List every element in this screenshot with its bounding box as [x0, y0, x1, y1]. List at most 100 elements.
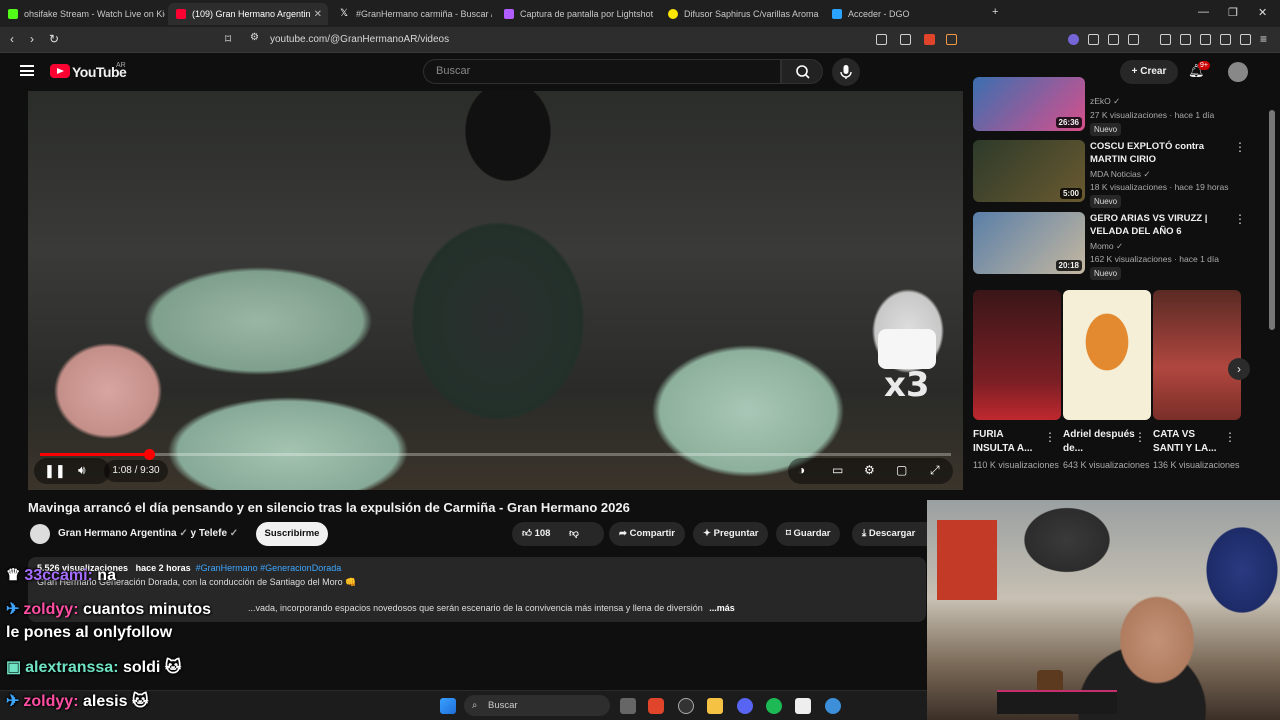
more-options-icon[interactable]: ⋮: [1044, 430, 1056, 444]
share-icon[interactable]: [900, 34, 911, 45]
video-thumbnail[interactable]: 20:18: [973, 212, 1085, 274]
browser-menu-icon[interactable]: ≡: [1260, 32, 1267, 46]
music-icon[interactable]: [1160, 34, 1171, 45]
task-view-icon[interactable]: [620, 698, 636, 714]
video-channel[interactable]: zEkO ✓: [1090, 96, 1120, 107]
show-more-link[interactable]: ...más: [709, 603, 735, 613]
short-thumbnail[interactable]: [1153, 290, 1241, 420]
next-shorts-button[interactable]: ›: [1228, 358, 1250, 380]
rewards-icon[interactable]: [946, 34, 957, 45]
close-tab-icon[interactable]: ✕: [314, 9, 322, 20]
brave-shield-icon[interactable]: [924, 34, 935, 45]
like-button[interactable]: 👍︎ 108: [522, 528, 550, 539]
video-channel[interactable]: Momo ✓: [1090, 241, 1123, 252]
bookmark-icon[interactable]: ⌑: [225, 32, 231, 46]
autoplay-toggle-icon[interactable]: ◑: [798, 463, 805, 477]
hashtags[interactable]: #GranHermano #GeneracionDorada: [196, 563, 342, 573]
voice-search-button[interactable]: [832, 58, 860, 86]
screen-icon[interactable]: [876, 34, 887, 45]
sidebar-video[interactable]: 26:36 zEkO ✓ 27 K visualizaciones · hace…: [973, 77, 1243, 136]
puzzle-icon[interactable]: [1108, 34, 1119, 45]
fullscreen-icon[interactable]: ⤢: [930, 463, 940, 478]
forward-icon[interactable]: ›: [30, 32, 34, 46]
account-avatar[interactable]: [1228, 62, 1248, 82]
brave-icon[interactable]: [648, 698, 664, 714]
share-button[interactable]: ➦ Compartir: [609, 522, 686, 546]
guide-menu-icon[interactable]: [20, 65, 34, 76]
search-input[interactable]: Buscar: [423, 59, 781, 84]
short-title[interactable]: FURIA INSULTA A...: [973, 428, 1047, 456]
file-explorer-icon[interactable]: [707, 698, 723, 714]
scrubber-handle[interactable]: [144, 449, 156, 460]
short-item[interactable]: Adriel después de... 643 K visualizacion…: [1063, 290, 1151, 472]
short-item[interactable]: CATA VS SANTI Y LA... 136 K visualizacio…: [1153, 290, 1241, 472]
tab-lightshot[interactable]: Captura de pantalla por Lightshot: [496, 3, 656, 25]
youtube-logo-icon[interactable]: [50, 64, 70, 78]
site-info-icon[interactable]: ⚙: [250, 32, 259, 43]
channel-text[interactable]: Momo: [1090, 241, 1114, 251]
vpn-icon[interactable]: [1240, 34, 1251, 45]
subtitles-icon[interactable]: ▭: [832, 463, 843, 477]
channel-avatar[interactable]: [30, 524, 50, 544]
leo-icon[interactable]: [1220, 34, 1231, 45]
close-window-icon[interactable]: ✕: [1258, 6, 1267, 19]
download-button[interactable]: ⤓ Descargar: [852, 522, 927, 546]
channel-text[interactable]: MDA Noticias: [1090, 169, 1141, 179]
video-player[interactable]: x3 ❚❚ 🔊︎ 1:08 / 9:30 ◑ ▭ ⚙ ▢ ⤢: [28, 91, 963, 490]
extension-icon[interactable]: [1128, 34, 1139, 45]
windows-start-icon[interactable]: [440, 698, 456, 714]
channel-name[interactable]: Gran Hermano Argentina ✓ y Telefe ✓: [58, 528, 238, 539]
tab-kick[interactable]: ohsifake Stream - Watch Live on Kick: [0, 3, 165, 25]
video-channel[interactable]: MDA Noticias ✓: [1090, 169, 1151, 180]
collab-channel[interactable]: y Telefe: [191, 528, 228, 539]
dislike-button[interactable]: 👎︎: [569, 528, 579, 539]
more-options-icon[interactable]: ⋮: [1134, 430, 1146, 444]
theater-mode-icon[interactable]: ▢: [896, 463, 907, 477]
tab-saphirus[interactable]: Difusor Saphirus C/varillas Aroma Ca: [660, 3, 820, 25]
more-options-icon[interactable]: ⋮: [1224, 430, 1236, 444]
channel-text[interactable]: zEkO: [1090, 96, 1111, 106]
minimize-icon[interactable]: —: [1198, 6, 1209, 18]
create-button[interactable]: + Crear: [1120, 60, 1178, 84]
discord-icon[interactable]: [737, 698, 753, 714]
search-button[interactable]: [781, 59, 823, 84]
tab-x[interactable]: 𝕏 #GranHermano carmiña - Buscar / X: [332, 3, 492, 25]
sidebar-video[interactable]: 20:18 GERO ARIAS VS VIRUZZ | VELADA DEL …: [973, 212, 1246, 280]
settings-gear-icon[interactable]: ⚙: [864, 463, 875, 477]
reload-icon[interactable]: ↻: [49, 32, 59, 46]
maximize-icon[interactable]: ❐: [1228, 6, 1238, 19]
video-title[interactable]: GERO ARIAS VS VIRUZZ | VELADA DEL AÑO 6: [1090, 212, 1220, 238]
short-thumbnail[interactable]: [973, 290, 1061, 420]
more-options-icon[interactable]: ⋮: [1234, 140, 1246, 154]
extension-icon[interactable]: [1088, 34, 1099, 45]
url-field[interactable]: youtube.com/@GranHermanoAR/videos: [270, 34, 449, 45]
short-item[interactable]: FURIA INSULTA A... 110 K visualizaciones: [973, 290, 1061, 472]
short-title[interactable]: Adriel después de...: [1063, 428, 1137, 456]
new-tab-icon[interactable]: +: [992, 6, 998, 18]
short-title[interactable]: CATA VS SANTI Y LA...: [1153, 428, 1227, 456]
video-thumbnail[interactable]: 26:36: [973, 77, 1085, 131]
pause-icon[interactable]: ❚❚: [44, 463, 66, 479]
ask-button[interactable]: ✦ Preguntar: [693, 522, 769, 546]
short-thumbnail[interactable]: [1063, 290, 1151, 420]
sidebar-video[interactable]: 5:00 COSCU EXPLOTÓ contra MARTIN CIRIO M…: [973, 140, 1246, 208]
obs-icon[interactable]: [678, 698, 694, 714]
tab-youtube[interactable]: (109) Gran Hermano Argentin ✕: [168, 3, 328, 25]
extension-icon[interactable]: [1068, 34, 1079, 45]
progress-bar[interactable]: [40, 449, 951, 460]
capcut-icon[interactable]: [795, 698, 811, 714]
wallet-icon[interactable]: [1200, 34, 1211, 45]
more-options-icon[interactable]: ⋮: [1234, 212, 1246, 226]
subscribe-button[interactable]: Suscribirme: [256, 522, 328, 546]
video-title[interactable]: COSCU EXPLOTÓ contra MARTIN CIRIO: [1090, 140, 1220, 166]
spotify-icon[interactable]: [766, 698, 782, 714]
volume-icon[interactable]: 🔊︎: [78, 463, 86, 478]
channel-name-text[interactable]: Gran Hermano Argentina: [58, 528, 177, 539]
back-icon[interactable]: ‹: [10, 32, 14, 46]
app-icon[interactable]: [825, 698, 841, 714]
scrollbar[interactable]: [1269, 110, 1275, 330]
save-button[interactable]: ⌑ Guardar: [776, 522, 841, 546]
sidebar-icon[interactable]: [1180, 34, 1191, 45]
video-thumbnail[interactable]: 5:00: [973, 140, 1085, 202]
taskbar-search[interactable]: ⌕ Buscar: [464, 695, 610, 716]
